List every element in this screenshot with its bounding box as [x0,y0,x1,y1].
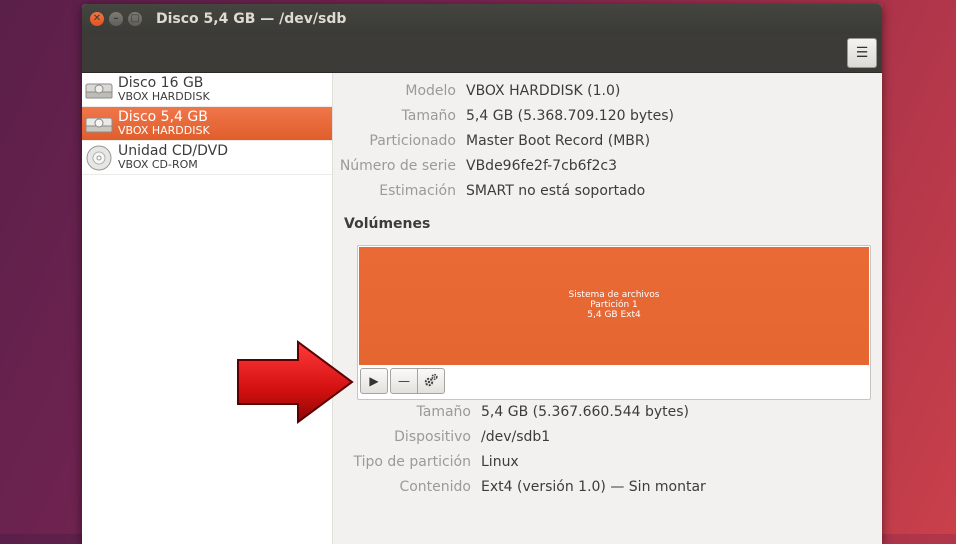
drive-name: Disco 16 GB [118,74,204,91]
device-label: Dispositivo [394,429,471,445]
additional-options-button[interactable] [418,368,445,394]
drive-name: Unidad CD/DVD [118,142,228,159]
minus-icon: — [398,374,410,388]
drive-model: VBOX HARDDISK [118,124,210,138]
drive-model: VBOX HARDDISK [118,90,210,104]
partitioning-label: Particionado [369,133,456,149]
drive-model: VBOX CD-ROM [118,158,198,172]
partition-type-value: Linux [481,454,519,470]
device-value: /dev/sdb1 [481,429,551,445]
gears-icon [423,372,439,391]
model-label: Modelo [405,83,456,99]
contents-value: Ext4 (versión 1.0) — Sin montar [481,479,706,495]
hamburger-menu-icon: ☰ [855,45,869,61]
volumes-graph: Sistema de archivos Partición 1 5,4 GB E… [357,245,871,400]
sidebar-item-disco-16gb[interactable]: Disco 16 GB VBOX HARDDISK [82,73,332,107]
disk-details-panel: Modelo VBOX HARDDISK (1.0) Tamaño 5,4 GB… [333,73,882,544]
delete-partition-button[interactable]: — [390,368,418,394]
header-toolbar: ☰ [82,34,882,73]
drives-sidebar: Disco 16 GB VBOX HARDDISK Disco 5,4 GB V… [82,73,333,544]
assessment-label: Estimación [379,183,456,199]
volume-size-value: 5,4 GB (5.367.660.544 bytes) [481,404,689,420]
volumes-heading: Volúmenes [344,216,431,232]
menu-button[interactable]: ☰ [847,38,877,68]
close-window-button[interactable]: ✕ [90,12,104,26]
play-icon: ▶ [369,374,379,388]
assessment-value: SMART no está soportado [466,183,646,199]
hard-disk-icon [84,75,114,105]
volume-toolbar: ▶ — [360,368,445,394]
size-label: Tamaño [401,108,456,124]
partition-1-block[interactable]: Sistema de archivos Partición 1 5,4 GB E… [359,247,869,365]
sidebar-item-cd-dvd[interactable]: Unidad CD/DVD VBOX CD-ROM [82,141,332,175]
partition-type-label: Tipo de partición [353,454,472,470]
model-value: VBOX HARDDISK (1.0) [466,83,621,99]
window-title: Disco 5,4 GB — /dev/sdb [156,11,347,27]
size-value: 5,4 GB (5.368.709.120 bytes) [466,108,674,124]
title-bar: ✕ – □ Disco 5,4 GB — /dev/sdb [82,4,882,34]
maximize-window-button[interactable]: □ [128,12,142,26]
sidebar-item-disco-5-4gb[interactable]: Disco 5,4 GB VBOX HARDDISK [82,107,332,141]
mount-button[interactable]: ▶ [360,368,388,394]
hard-disk-icon [84,109,114,139]
volume-size-label: Tamaño [416,404,471,420]
serial-value: VBde96fe2f-7cb6f2c3 [466,158,617,174]
red-arrow-icon [237,340,354,424]
drive-name: Disco 5,4 GB [118,108,208,125]
partitioning-value: Master Boot Record (MBR) [466,133,651,149]
contents-label: Contenido [399,479,471,495]
cd-dvd-icon [84,143,114,173]
serial-label: Número de serie [339,158,456,174]
disks-window: ✕ – □ Disco 5,4 GB — /dev/sdb ☰ Disco 16… [82,4,882,544]
partition-size: 5,4 GB Ext4 [587,309,641,320]
minimize-window-button[interactable]: – [109,12,123,26]
